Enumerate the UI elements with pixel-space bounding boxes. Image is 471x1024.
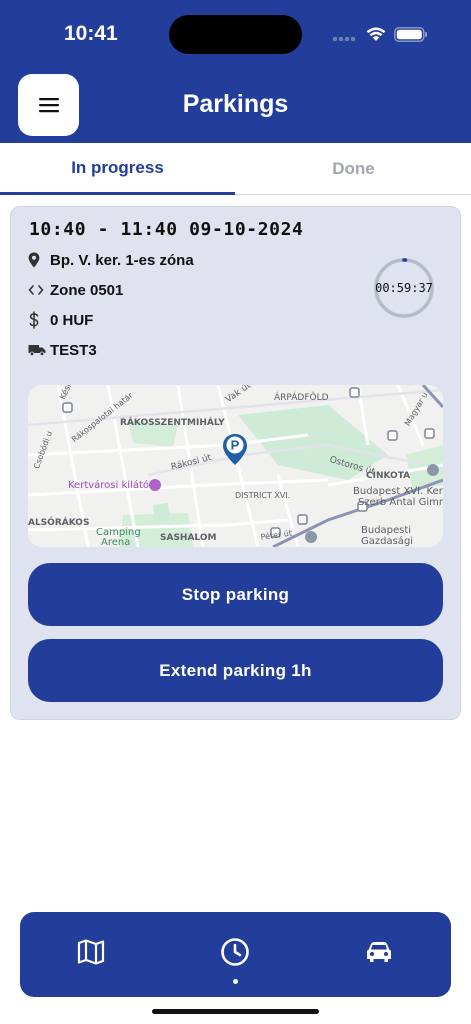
bottom-navigation <box>20 912 451 997</box>
home-indicator <box>152 1009 319 1014</box>
dollar-icon <box>28 311 48 329</box>
parking-time-range: 10:40 - 11:40 09-10-2024 <box>29 219 304 240</box>
map-label: ALSÓRÁKOS <box>28 518 90 528</box>
map-label: DISTRICT XVI. <box>235 491 291 500</box>
tab-in-progress[interactable]: In progress <box>0 143 235 195</box>
map-icon <box>77 939 105 965</box>
status-time: 10:41 <box>64 22 118 45</box>
zone-text: Zone 0501 <box>50 281 124 299</box>
location-text: Bp. V. ker. 1-es zóna <box>50 251 194 269</box>
nav-map[interactable] <box>71 932 111 972</box>
code-brackets-icon <box>28 281 48 299</box>
map-label: Budapesti <box>361 525 412 536</box>
tab-bar: In progress Done <box>0 143 471 195</box>
battery-icon <box>394 27 427 42</box>
app-header: 10:41 Parkings <box>0 0 471 143</box>
map-label: SASHALOM <box>160 533 217 543</box>
page-title: Parkings <box>182 90 289 118</box>
vehicle-row: TEST3 <box>28 339 97 361</box>
nav-vehicles[interactable] <box>359 932 399 972</box>
map-label: Arena <box>101 537 131 547</box>
parking-map[interactable]: P Késmárk u Rákospalotai határ Vak út ÁR… <box>28 385 443 547</box>
map-label: Budapest XVI. Kerül <box>353 486 443 497</box>
map-label: CINKOTA <box>366 471 411 481</box>
tab-done[interactable]: Done <box>236 143 471 195</box>
location-pin-icon <box>28 251 48 269</box>
map-label: Gazdasági <box>361 536 414 547</box>
vehicle-text: TEST3 <box>50 341 97 359</box>
zone-row: Zone 0501 <box>28 279 123 301</box>
nav-history[interactable] <box>215 932 255 972</box>
dynamic-island <box>169 15 302 54</box>
svg-text:P: P <box>231 438 240 453</box>
map-background: P <box>28 385 443 547</box>
clock-icon <box>221 938 249 966</box>
map-label: Szerb Antal Gimnáziu <box>358 497 443 508</box>
stop-parking-button[interactable]: Stop parking <box>28 563 443 626</box>
map-label: Kertvárosi kilátó <box>68 480 149 491</box>
truck-icon <box>28 341 48 359</box>
price-text: 0 HUF <box>50 311 94 329</box>
price-row: 0 HUF <box>28 309 93 331</box>
parking-card[interactable]: 10:40 - 11:40 09-10-2024 Bp. V. ker. 1-e… <box>10 206 461 720</box>
countdown-text: 00:59:37 <box>375 281 433 295</box>
active-indicator <box>233 979 238 984</box>
cellular-signal-icon <box>333 37 357 43</box>
location-row: Bp. V. ker. 1-es zóna <box>28 249 194 271</box>
car-icon <box>367 942 391 962</box>
map-label: ÁRPÁDFÖLD <box>274 393 329 403</box>
map-label: RÁKOSSZENTMIHÁLY <box>120 418 225 428</box>
extend-parking-button[interactable]: Extend parking 1h <box>28 639 443 702</box>
wifi-icon <box>366 27 386 41</box>
